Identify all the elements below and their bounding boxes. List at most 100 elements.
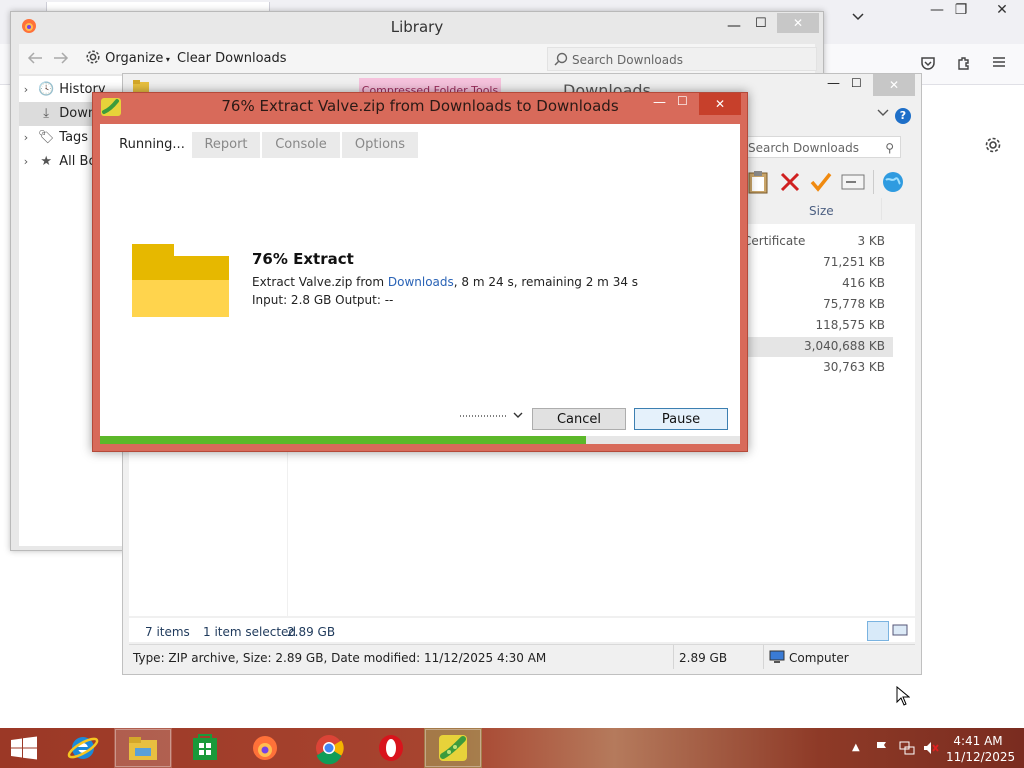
column-header-size[interactable]: Size (809, 204, 834, 218)
clock-time: 4:41 AM (953, 734, 1003, 748)
details-view-icon[interactable] (867, 621, 889, 641)
clipboard-icon[interactable] (747, 170, 769, 194)
file-type-cell: Certificate (743, 234, 806, 248)
progress-bar-fill (100, 436, 587, 444)
more-options-dropdown[interactable] (460, 410, 524, 422)
item-count-bar: 7 items 1 item selected 2.89 GB (129, 618, 915, 642)
action-center-flag-icon[interactable] (874, 740, 890, 756)
column-divider (881, 198, 882, 220)
file-size-cell: 30,763 KB (823, 360, 885, 374)
chrome-icon[interactable] (300, 728, 358, 768)
library-search-input[interactable]: Search Downloads (547, 47, 817, 71)
extensions-icon[interactable] (956, 55, 972, 71)
volume-muted-icon[interactable] (922, 740, 940, 756)
extractor-app-icon[interactable] (424, 728, 482, 768)
gear-icon[interactable] (984, 136, 1002, 154)
table-row[interactable]: 30,763 KB (743, 358, 893, 378)
back-arrow-icon[interactable] (27, 51, 43, 65)
file-size-cell: 75,778 KB (823, 297, 885, 311)
clear-downloads-button[interactable]: Clear Downloads (177, 49, 287, 69)
menu-icon[interactable] (992, 55, 1006, 69)
explorer-maximize-button[interactable]: ☐ (851, 76, 862, 90)
library-titlebar: Library — ☐ ✕ (11, 12, 823, 42)
network-icon[interactable] (898, 740, 916, 756)
explorer-search-input[interactable]: Search Downloads ⚲ (743, 136, 901, 158)
dialog-title: 76% Extract Valve.zip from Downloads to … (221, 97, 619, 115)
table-row[interactable]: 71,251 KB (743, 253, 893, 273)
dialog-close-button[interactable]: ✕ (699, 93, 741, 115)
progress-line-prefix: Extract Valve.zip from (252, 275, 388, 289)
table-row[interactable]: 416 KB (743, 274, 893, 294)
file-explorer-icon[interactable] (114, 728, 172, 768)
dialog-maximize-button[interactable]: ☐ (677, 94, 688, 108)
taskbar: ▲ 4:41 AM 11/12/2025 (0, 728, 1024, 768)
toolbar-separator (873, 170, 874, 194)
tab-console[interactable]: Console (262, 132, 340, 158)
library-toolbar: Organize ▾ Clear Downloads Search Downlo… (19, 44, 817, 74)
status-divider (673, 645, 674, 669)
expand-chevron-icon[interactable]: › (19, 126, 33, 150)
tab-list-chevron-icon[interactable] (852, 12, 864, 22)
tab-running[interactable]: Running... (112, 132, 192, 158)
clock-date: 11/12/2025 (946, 750, 1016, 764)
show-hidden-icons-chevron-icon[interactable]: ▲ (852, 742, 860, 753)
download-icon: ⤓ (43, 106, 50, 121)
table-row[interactable]: Certificate 3 KB (743, 232, 893, 252)
explorer-close-button[interactable]: ✕ (873, 74, 915, 96)
maximize-button[interactable]: ❐ (944, 0, 978, 20)
globe-icon[interactable] (881, 170, 905, 194)
rename-icon[interactable] (841, 172, 865, 192)
dialog-minimize-button[interactable]: — (653, 95, 666, 110)
column-header-row: Size (743, 198, 901, 224)
store-icon[interactable] (176, 728, 234, 768)
explorer-minimize-button[interactable]: — (827, 76, 840, 91)
library-minimize-button[interactable]: — (727, 18, 741, 34)
file-size-cell: 3,040,688 KB (804, 339, 885, 353)
ribbon-expand-chevron-icon[interactable] (877, 108, 889, 118)
pause-button[interactable]: Pause (634, 408, 728, 430)
start-button[interactable] (0, 728, 48, 768)
extract-dialog: 76% Extract Valve.zip from Downloads to … (92, 92, 748, 452)
library-title: Library (390, 18, 444, 36)
tab-report[interactable]: Report (192, 132, 260, 158)
large-icons-view-icon[interactable] (891, 621, 909, 639)
library-maximize-button[interactable]: ☐ (755, 16, 767, 31)
firefox-icon[interactable] (236, 728, 294, 768)
status-location: Computer (789, 651, 849, 665)
tag-icon: 🏷 (37, 130, 55, 145)
clock-icon: 🕓 (38, 82, 55, 97)
close-button[interactable]: ✕ (980, 0, 1024, 20)
progress-heading: 76% Extract (252, 250, 354, 268)
sidebar-item-label: Tags (59, 130, 89, 145)
progress-line-suffix: , 8 m 24 s, remaining 2 m 34 s (453, 275, 639, 289)
file-size-cell: 118,575 KB (815, 318, 885, 332)
downloads-link[interactable]: Downloads (388, 275, 454, 289)
help-icon[interactable]: ? (895, 108, 911, 124)
organize-label: Organize (105, 51, 164, 66)
organize-menu-button[interactable]: Organize ▾ (85, 49, 170, 69)
expand-chevron-icon[interactable]: › (19, 78, 33, 102)
pocket-icon[interactable] (920, 55, 936, 71)
search-icon (554, 48, 568, 72)
delete-icon[interactable] (779, 170, 801, 194)
forward-arrow-icon[interactable] (53, 51, 69, 65)
tab-options[interactable]: Options (342, 132, 418, 158)
table-row[interactable]: 75,778 KB (743, 295, 893, 315)
folder-icon (132, 244, 229, 317)
file-size-cell: 416 KB (842, 276, 885, 290)
progress-bar (100, 436, 740, 444)
mouse-cursor-icon (896, 686, 910, 706)
clock[interactable]: 4:41 AM 11/12/2025 (946, 733, 1016, 765)
table-row-selected[interactable]: 3,040,688 KB (743, 337, 893, 357)
file-size-cell: 3 KB (857, 234, 885, 248)
selected-count: 1 item selected (203, 625, 297, 639)
table-row[interactable]: 118,575 KB (743, 316, 893, 336)
opera-icon[interactable] (362, 728, 420, 768)
library-close-button[interactable]: ✕ (777, 13, 819, 33)
checkmark-icon[interactable] (809, 170, 833, 194)
cancel-button[interactable]: Cancel (532, 408, 626, 430)
internet-explorer-icon[interactable] (54, 728, 112, 768)
status-details: Type: ZIP archive, Size: 2.89 GB, Date m… (133, 651, 547, 665)
expand-chevron-icon[interactable]: › (19, 150, 33, 174)
search-icon: ⚲ (885, 141, 894, 155)
